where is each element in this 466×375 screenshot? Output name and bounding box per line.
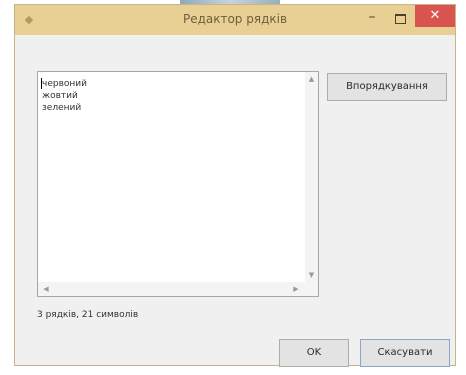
close-icon: ✕ bbox=[429, 8, 441, 23]
horizontal-scrollbar[interactable]: ◀ ▶ bbox=[38, 282, 318, 296]
maximize-icon bbox=[395, 14, 406, 24]
title-bar[interactable]: ◆ Редактор рядків – ✕ bbox=[15, 5, 455, 35]
status-text: 3 рядків, 21 символів bbox=[37, 310, 139, 320]
sort-button[interactable]: Впорядкування bbox=[327, 73, 447, 101]
strings-textarea[interactable]: червоний жовтий зелений ▲ ▼ ◀ ▶ bbox=[37, 71, 319, 297]
maximize-button[interactable] bbox=[387, 7, 413, 31]
minimize-button[interactable]: – bbox=[359, 7, 385, 31]
scroll-up-icon[interactable]: ▲ bbox=[305, 73, 318, 85]
string-editor-dialog: ◆ Редактор рядків – ✕ червоний жовтий зе… bbox=[14, 4, 456, 367]
scroll-left-icon[interactable]: ◀ bbox=[40, 282, 52, 296]
strings-list: червоний жовтий зелений bbox=[42, 78, 87, 114]
ok-button[interactable]: OK bbox=[279, 339, 349, 367]
scroll-down-icon[interactable]: ▼ bbox=[305, 269, 318, 281]
vertical-scrollbar[interactable]: ▲ ▼ bbox=[305, 72, 318, 282]
scroll-right-icon[interactable]: ▶ bbox=[290, 282, 302, 296]
list-item: червоний bbox=[42, 79, 87, 89]
list-item: жовтий bbox=[42, 91, 78, 101]
minimize-icon: – bbox=[368, 9, 376, 25]
close-button[interactable]: ✕ bbox=[415, 5, 455, 27]
list-item: зелений bbox=[42, 103, 82, 113]
cancel-button[interactable]: Скасувати bbox=[360, 339, 450, 367]
